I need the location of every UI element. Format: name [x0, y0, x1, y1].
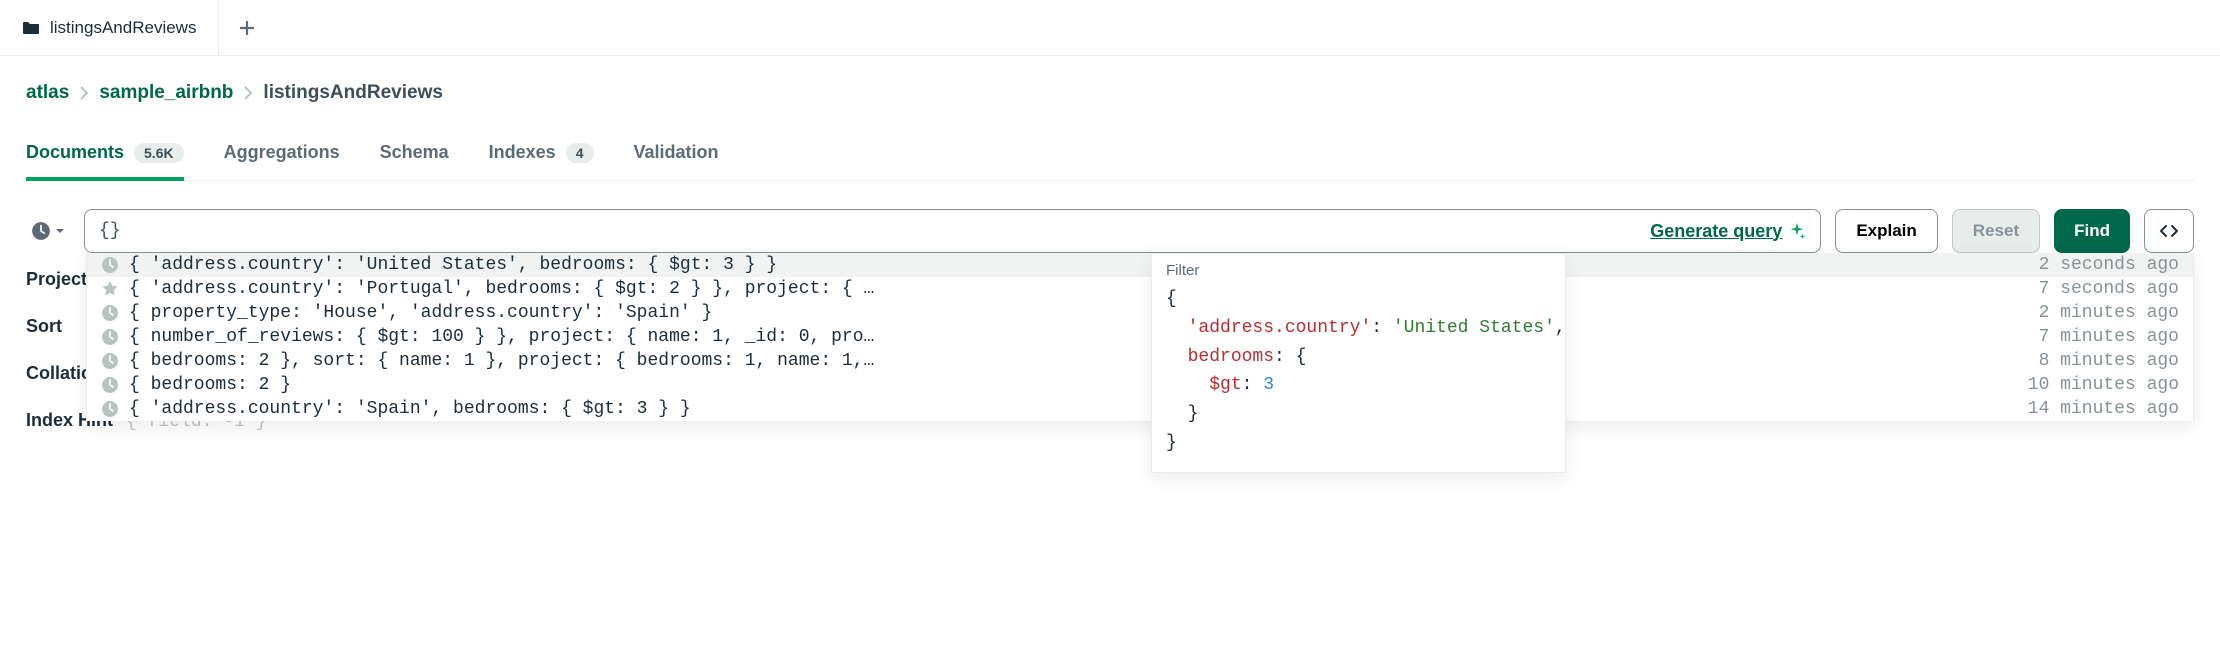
history-dropdown: { 'address.country': 'United States', be…: [86, 253, 2194, 421]
filter-preview-heading: Filter: [1166, 262, 1551, 279]
tab-indexes-label: Indexes: [489, 142, 556, 163]
history-item-time: 2 seconds ago: [2039, 255, 2179, 275]
tab-documents-label: Documents: [26, 142, 124, 163]
find-button[interactable]: Find: [2054, 209, 2130, 253]
breadcrumb: atlas sample_airbnb listingsAndReviews: [26, 82, 2194, 104]
plus-icon: [239, 20, 255, 36]
breadcrumb-atlas[interactable]: atlas: [26, 82, 69, 104]
tab-indexes-badge: 4: [566, 143, 594, 163]
generate-query-link[interactable]: Generate query: [1650, 221, 1782, 242]
history-item-query: { bedrooms: 2 }: [129, 375, 2018, 395]
history-item-time: 7 seconds ago: [2039, 279, 2179, 299]
tab-schema[interactable]: Schema: [380, 142, 449, 181]
history-item-time: 7 minutes ago: [2039, 327, 2179, 347]
tab-documents-badge: 5.6K: [134, 143, 184, 163]
tab-validation[interactable]: Validation: [634, 142, 719, 181]
filter-text: {}: [99, 221, 1650, 241]
history-item-query: { 'address.country': 'Spain', bedrooms: …: [129, 399, 2018, 419]
chevron-right-icon: [243, 86, 253, 100]
caret-down-icon: [55, 226, 65, 236]
filter-input[interactable]: {} Generate query: [84, 209, 1821, 253]
tab-indexes[interactable]: Indexes 4: [489, 142, 594, 181]
history-item[interactable]: { 'address.country': 'Spain', bedrooms: …: [87, 397, 2193, 421]
explain-button[interactable]: Explain: [1835, 209, 1937, 253]
tab-aggregations[interactable]: Aggregations: [224, 142, 340, 181]
breadcrumb-database[interactable]: sample_airbnb: [99, 82, 233, 104]
collection-tab-label: listingsAndReviews: [50, 18, 196, 38]
chevron-right-icon: [79, 86, 89, 100]
history-item-time: 8 minutes ago: [2039, 351, 2179, 371]
code-icon: [2159, 221, 2179, 241]
history-item[interactable]: { 'address.country': 'Portugal', bedroom…: [87, 277, 2193, 301]
clock-icon: [101, 400, 119, 418]
clock-icon: [101, 304, 119, 322]
clock-icon: [101, 328, 119, 346]
history-dropdown-button[interactable]: [26, 213, 70, 249]
tabs: Documents 5.6K Aggregations Schema Index…: [26, 142, 2194, 181]
history-item-query: { 'address.country': 'Portugal', bedroom…: [129, 279, 2029, 299]
history-item-query: { 'address.country': 'United States', be…: [129, 255, 2029, 275]
clock-icon: [101, 256, 119, 274]
history-item[interactable]: { bedrooms: 2 }, sort: { name: 1 }, proj…: [87, 349, 2193, 373]
history-item-query: { bedrooms: 2 }, sort: { name: 1 }, proj…: [129, 351, 2029, 371]
history-item-time: 2 minutes ago: [2039, 303, 2179, 323]
filter-preview-body: { 'address.country': 'United States', be…: [1166, 285, 1551, 458]
history-item-query: { property_type: 'House', 'address.count…: [129, 303, 2029, 323]
folder-icon: [22, 21, 40, 35]
history-item[interactable]: { 'address.country': 'United States', be…: [87, 253, 2193, 277]
sparkle-icon: [1788, 222, 1806, 240]
history-item[interactable]: { number_of_reviews: { $gt: 100 } }, pro…: [87, 325, 2193, 349]
collection-tab[interactable]: listingsAndReviews: [0, 0, 219, 56]
top-tab-bar: listingsAndReviews: [0, 0, 2220, 56]
add-tab-button[interactable]: [219, 0, 275, 56]
history-item-time: 10 minutes ago: [2028, 375, 2179, 395]
breadcrumb-collection: listingsAndReviews: [263, 82, 443, 104]
filter-preview-pane: Filter { 'address.country': 'United Stat…: [1151, 253, 1566, 473]
tab-documents[interactable]: Documents 5.6K: [26, 142, 184, 181]
clock-icon: [31, 221, 51, 241]
history-item[interactable]: { bedrooms: 2 } 10 minutes ago: [87, 373, 2193, 397]
history-item[interactable]: { property_type: 'House', 'address.count…: [87, 301, 2193, 325]
history-item-query: { number_of_reviews: { $gt: 100 } }, pro…: [129, 327, 2029, 347]
reset-button[interactable]: Reset: [1952, 209, 2040, 253]
history-item-time: 14 minutes ago: [2028, 399, 2179, 419]
clock-icon: [101, 376, 119, 394]
query-row: {} Generate query Explain Reset Find { '…: [26, 209, 2194, 253]
clock-icon: [101, 352, 119, 370]
code-view-button[interactable]: [2144, 209, 2194, 253]
star-icon: [101, 280, 119, 298]
